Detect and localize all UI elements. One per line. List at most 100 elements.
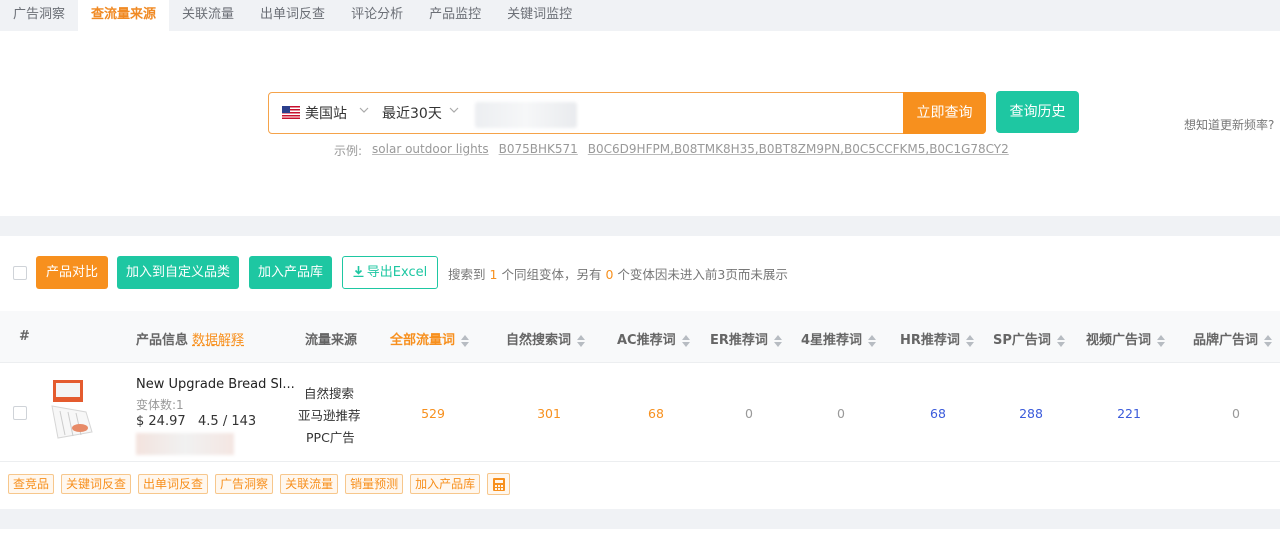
us-flag-icon xyxy=(282,106,300,119)
price-value: $ 24.97 xyxy=(136,414,186,429)
calculator-icon[interactable] xyxy=(487,473,511,495)
update-frequency-link[interactable]: 想知道更新频率? xyxy=(1184,116,1274,133)
col-product: 产品信息 数据解释 xyxy=(136,329,244,348)
chevron-down-icon[interactable] xyxy=(449,105,459,115)
rating-value: 4.5 xyxy=(198,414,219,429)
tag-keyword-lookup[interactable]: 关键词反查 xyxy=(61,474,132,494)
tab-order-keyword-lookup[interactable]: 出单词反查 xyxy=(247,0,338,31)
search-input[interactable] xyxy=(475,102,577,128)
summary-suffix: 个变体因未进入前3页而未展示 xyxy=(617,267,788,282)
section-divider xyxy=(0,509,1280,529)
cell-video[interactable]: 221 xyxy=(1099,406,1159,421)
col-four-star-label: 4星推荐词 xyxy=(801,333,863,348)
tag-ad-insight[interactable]: 广告洞察 xyxy=(215,474,274,494)
sort-icon[interactable] xyxy=(1264,334,1273,348)
sort-icon[interactable] xyxy=(577,334,586,348)
sort-icon[interactable] xyxy=(681,334,690,348)
example-link[interactable]: solar outdoor lights xyxy=(372,142,489,159)
col-index: # xyxy=(19,329,30,344)
cell-er: 0 xyxy=(745,406,753,421)
sort-icon[interactable] xyxy=(868,334,877,348)
example-link[interactable]: B075BHK571 xyxy=(499,142,578,159)
cell-all[interactable]: 529 xyxy=(403,406,463,421)
section-divider xyxy=(0,216,1280,236)
data-explain-link[interactable]: 数据解释 xyxy=(192,333,244,348)
example-link[interactable]: B0C6D9HFPM,B08TMK8H35,B0BT8ZM9PN,B0C5CCF… xyxy=(588,142,1009,159)
select-all-checkbox[interactable] xyxy=(13,266,27,280)
col-brand-label: 品牌广告词 xyxy=(1193,333,1259,348)
result-summary: 搜索到 1 个同组变体，另有 0 个变体因未进入前3页而未展示 xyxy=(448,264,788,283)
review-count: 143 xyxy=(231,414,257,429)
export-excel-button[interactable]: 导出Excel xyxy=(342,256,438,289)
col-sp-label: SP广告词 xyxy=(993,333,1051,348)
tab-product-monitor[interactable]: 产品监控 xyxy=(416,0,494,31)
search-examples: 示例: solar outdoor lights B075BHK571 B0C6… xyxy=(334,142,1009,159)
sort-icon[interactable] xyxy=(773,334,782,348)
query-button[interactable]: 立即查询 xyxy=(903,92,986,134)
tag-add-library[interactable]: 加入产品库 xyxy=(410,474,481,494)
col-source: 流量来源 xyxy=(305,333,358,348)
download-icon xyxy=(353,266,364,278)
col-hr-label: HR推荐词 xyxy=(900,333,960,348)
sort-icon[interactable] xyxy=(965,334,974,348)
col-product-label: 产品信息 xyxy=(136,333,189,348)
cell-hr[interactable]: 68 xyxy=(908,406,968,421)
summary-mid: 个同组变体，另有 xyxy=(501,267,602,282)
col-video[interactable]: 视频广告词 xyxy=(1086,329,1166,348)
row-action-tags: 查竞品 关键词反查 出单词反查 广告洞察 关联流量 销量预测 加入产品库 xyxy=(8,473,511,496)
table-row: New Upgrade Bread Sl... 变体数:1 $ 24.97 4.… xyxy=(0,364,1280,462)
col-ac[interactable]: AC推荐词 xyxy=(617,329,690,348)
tab-ad-insight[interactable]: 广告洞察 xyxy=(0,0,78,31)
col-hr[interactable]: HR推荐词 xyxy=(900,329,974,348)
tag-related-traffic[interactable]: 关联流量 xyxy=(280,474,339,494)
sort-icon[interactable] xyxy=(1157,334,1166,348)
chevron-down-icon[interactable] xyxy=(359,105,369,115)
tab-traffic-source[interactable]: 查流量来源 xyxy=(78,0,170,31)
col-video-label: 视频广告词 xyxy=(1086,333,1152,348)
add-category-button[interactable]: 加入到自定义品类 xyxy=(117,256,239,289)
col-er-label: ER推荐词 xyxy=(710,333,768,348)
summary-prefix: 搜索到 xyxy=(448,267,486,282)
cell-organic[interactable]: 301 xyxy=(519,406,579,421)
compare-button[interactable]: 产品对比 xyxy=(36,256,108,289)
history-button[interactable]: 查询历史 xyxy=(996,91,1079,133)
source-ppc: PPC广告 xyxy=(306,430,355,445)
tag-sales-forecast[interactable]: 销量预测 xyxy=(345,474,404,494)
export-label: 导出Excel xyxy=(366,265,428,280)
col-sp[interactable]: SP广告词 xyxy=(993,329,1065,348)
product-thumbnail[interactable] xyxy=(50,378,94,442)
site-select[interactable]: 美国站 xyxy=(305,103,347,123)
cell-four-star: 0 xyxy=(837,406,845,421)
summary-hidden: 0 xyxy=(605,267,614,282)
cell-sp[interactable]: 288 xyxy=(1001,406,1061,421)
product-name[interactable]: New Upgrade Bread Sl... xyxy=(136,377,295,392)
top-tab-bar: 广告洞察 查流量来源 关联流量 出单词反查 评论分析 产品监控 关键词监控 xyxy=(0,0,1280,31)
source-organic: 自然搜索 xyxy=(304,386,355,401)
col-organic[interactable]: 自然搜索词 xyxy=(506,329,586,348)
row-checkbox[interactable] xyxy=(13,406,27,420)
table-header: # 产品信息 数据解释 流量来源 全部流量词 自然搜索词 AC推荐词 ER推荐词 … xyxy=(0,311,1280,363)
col-brand[interactable]: 品牌广告词 xyxy=(1193,329,1273,348)
col-four-star[interactable]: 4星推荐词 xyxy=(801,329,877,348)
variant-count: 变体数:1 xyxy=(136,398,184,412)
tab-keyword-monitor[interactable]: 关键词监控 xyxy=(494,0,585,31)
tag-competitor[interactable]: 查竞品 xyxy=(8,474,55,494)
tag-order-keyword[interactable]: 出单词反查 xyxy=(138,474,209,494)
period-select[interactable]: 最近30天 xyxy=(382,103,442,123)
sort-icon[interactable] xyxy=(461,334,470,348)
blurred-info xyxy=(136,433,234,455)
col-organic-label: 自然搜索词 xyxy=(506,333,572,348)
col-er[interactable]: ER推荐词 xyxy=(710,329,782,348)
col-all-keywords[interactable]: 全部流量词 xyxy=(390,329,470,348)
summary-count: 1 xyxy=(489,267,498,282)
add-library-button[interactable]: 加入产品库 xyxy=(249,256,332,289)
cell-brand: 0 xyxy=(1232,406,1240,421)
tab-related-traffic[interactable]: 关联流量 xyxy=(169,0,247,31)
examples-label: 示例: xyxy=(334,144,363,158)
tab-review-analysis[interactable]: 评论分析 xyxy=(338,0,416,31)
cell-ac[interactable]: 68 xyxy=(626,406,686,421)
sort-icon[interactable] xyxy=(1056,334,1065,348)
product-price: $ 24.97 4.5 / 143 xyxy=(136,414,257,429)
col-ac-label: AC推荐词 xyxy=(617,333,676,348)
search-box: 美国站 最近30天 xyxy=(268,92,986,134)
